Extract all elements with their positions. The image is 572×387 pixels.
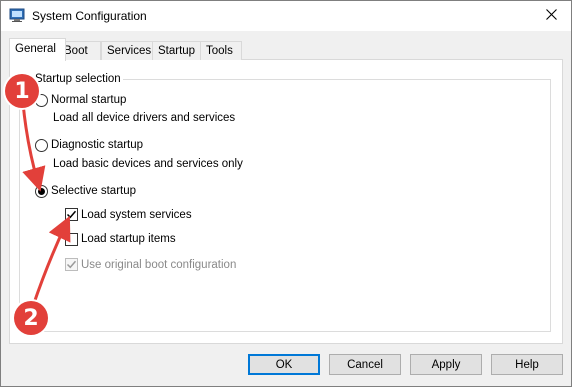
tab-tools-label: Tools [206, 45, 233, 57]
annotation-marker-1-label: 1 [14, 78, 30, 104]
load-system-services-checkbox[interactable] [65, 208, 78, 221]
load-startup-items-checkbox[interactable] [65, 233, 78, 246]
normal-startup-description: Load all device drivers and services [53, 112, 236, 124]
help-button[interactable]: Help [491, 354, 563, 375]
checkmark-icon [66, 260, 77, 269]
close-icon [545, 9, 557, 23]
annotation-marker-1: 1 [5, 74, 39, 108]
cancel-button[interactable]: Cancel [329, 354, 401, 375]
tab-general[interactable]: General [9, 38, 66, 61]
tab-boot-label: Boot [64, 45, 88, 57]
diagnostic-startup-description: Load basic devices and services only [53, 158, 243, 170]
selective-startup-label[interactable]: Selective startup [51, 185, 136, 197]
annotation-marker-2-label: 2 [23, 305, 39, 331]
tab-startup-label: Startup [158, 45, 196, 57]
title-bar: System Configuration [1, 1, 571, 31]
annotation-marker-2: 2 [14, 301, 48, 335]
use-original-boot-config-label: Use original boot configuration [81, 259, 237, 271]
window-title: System Configuration [32, 9, 147, 23]
tab-services-label: Services [107, 45, 152, 57]
startup-selection-legend: Startup selection [33, 73, 123, 85]
normal-startup-label[interactable]: Normal startup [51, 94, 126, 106]
msconfig-app-icon [9, 7, 25, 23]
load-system-services-label[interactable]: Load system services [81, 209, 192, 221]
load-startup-items-label[interactable]: Load startup items [81, 233, 176, 245]
selective-startup-radio[interactable] [35, 185, 48, 198]
checkmark-icon [66, 210, 77, 219]
diagnostic-startup-label[interactable]: Diagnostic startup [51, 139, 143, 151]
tab-general-label: General [15, 43, 56, 55]
tab-tools[interactable]: Tools [200, 41, 242, 60]
diagnostic-startup-radio[interactable] [35, 139, 48, 152]
ok-button[interactable]: OK [248, 354, 320, 375]
close-button[interactable] [531, 1, 571, 31]
tab-startup[interactable]: Startup [152, 41, 204, 60]
use-original-boot-config-checkbox [65, 258, 78, 271]
tab-services[interactable]: Services [101, 41, 156, 60]
apply-button[interactable]: Apply [410, 354, 482, 375]
